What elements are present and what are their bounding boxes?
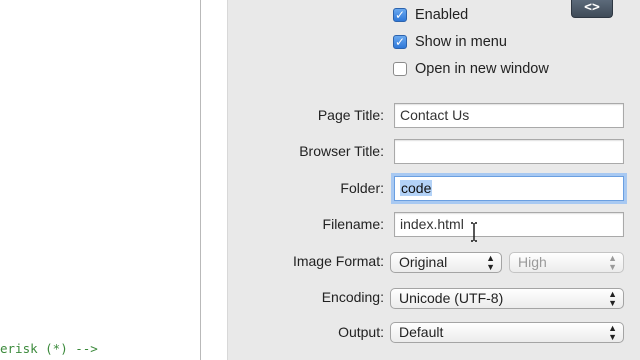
open-in-new-window-label: Open in new window (415, 61, 549, 77)
encoding-label: Encoding: (321, 289, 384, 305)
editor-gutter (201, 0, 228, 360)
enabled-label: Enabled (415, 7, 469, 23)
updown-arrows-icon: ▲ ▼ (608, 252, 617, 272)
folder-field[interactable]: code (394, 176, 624, 201)
enabled-checkbox-row[interactable]: ✓ Enabled (393, 5, 468, 25)
image-format-value: Original (399, 254, 448, 270)
image-quality-value: High (518, 254, 547, 270)
encoding-value: Unicode (UTF-8) (399, 290, 504, 306)
show-in-menu-label: Show in menu (415, 34, 507, 50)
filename-field[interactable]: index.html (394, 212, 624, 237)
checkmark-icon: ✓ (394, 8, 406, 22)
image-quality-popup[interactable]: High ▲ ▼ (509, 252, 624, 273)
open-in-new-window-checkbox[interactable] (393, 62, 407, 76)
folder-selected-text: code (400, 180, 433, 196)
image-format-popup[interactable]: Original ▲ ▼ (390, 252, 502, 273)
text-cursor-icon (471, 222, 477, 242)
output-popup[interactable]: Default ▲ ▼ (390, 322, 624, 343)
updown-arrows-icon: ▲ ▼ (486, 252, 495, 272)
page-title-label: Page Title: (317, 107, 384, 123)
browser-title-field[interactable] (394, 139, 624, 164)
encoding-popup[interactable]: Unicode (UTF-8) ▲ ▼ (390, 288, 624, 309)
open-in-new-window-checkbox-row[interactable]: Open in new window (393, 59, 549, 79)
browser-title-label: Browser Title: (299, 143, 384, 159)
enabled-checkbox[interactable]: ✓ (393, 8, 407, 22)
output-value: Default (399, 324, 444, 340)
output-label: Output: (338, 324, 384, 340)
show-in-menu-checkbox[interactable]: ✓ (393, 35, 407, 49)
page-title-field[interactable]: Contact Us (394, 103, 624, 128)
checkmark-icon: ✓ (394, 35, 406, 49)
image-format-label: Image Format: (292, 253, 384, 269)
code-comment-line: erisk (*) --> (0, 341, 98, 356)
updown-arrows-icon: ▲ ▼ (608, 322, 617, 342)
code-editor[interactable]: erisk (*) --> (0, 0, 200, 360)
filename-label: Filename: (322, 216, 384, 232)
updown-arrows-icon: ▲ ▼ (608, 288, 617, 308)
show-in-menu-checkbox-row[interactable]: ✓ Show in menu (393, 32, 507, 52)
folder-label: Folder: (340, 180, 384, 196)
code-brackets-icon: <> (584, 0, 600, 15)
code-view-button[interactable]: <> (571, 0, 613, 18)
